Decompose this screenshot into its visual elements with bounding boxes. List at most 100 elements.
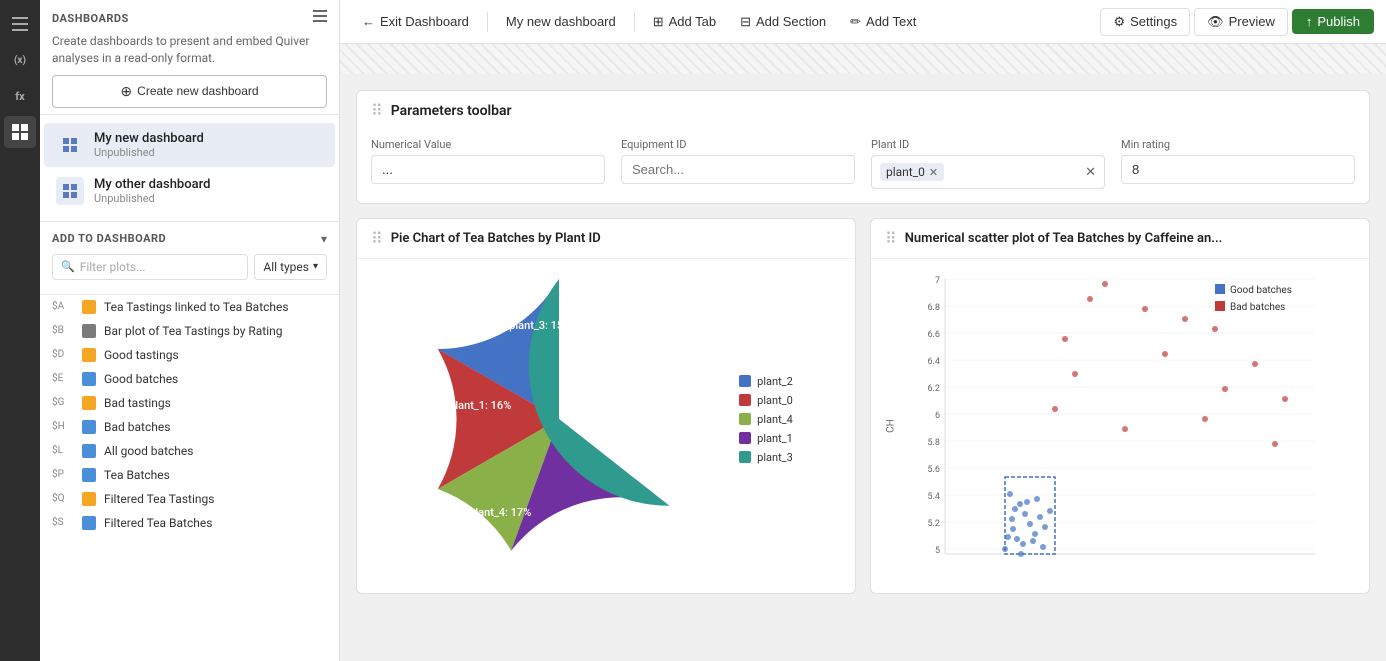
dashboard-list: My new dashboard Unpublished My other da… [40, 115, 339, 222]
legend-dot-plant1 [739, 432, 751, 444]
plot-type-icon [82, 420, 96, 434]
param-numerical-input[interactable] [371, 155, 605, 184]
scatter-svg: 7 6.8 6.6 6.4 6.2 6 5.8 5.6 5.4 5.2 5 [905, 269, 1335, 579]
list-item[interactable]: $E Good batches [40, 367, 339, 391]
left-panel: DASHBOARDS Create dashboards to present … [40, 0, 340, 661]
legend-label-plant1: plant_1 [757, 432, 793, 445]
create-dashboard-button[interactable]: ⊕ Create new dashboard [52, 75, 327, 108]
scatter-wrapper: CH [881, 269, 1359, 583]
plot-type-icon [82, 492, 96, 506]
charts-row: ⠿ Pie Chart of Tea Batches by Plant ID [356, 218, 1370, 594]
dashboard-item-2[interactable]: My other dashboard Unpublished [44, 169, 335, 213]
pie-chart-card: ⠿ Pie Chart of Tea Batches by Plant ID [356, 218, 856, 594]
list-item[interactable]: $A Tea Tastings linked to Tea Batches [40, 295, 339, 319]
plant-tag: plant_0 ✕ [880, 163, 944, 181]
dashboard-item-1[interactable]: My new dashboard Unpublished [44, 123, 335, 167]
toolbar-divider-2 [634, 12, 635, 32]
svg-text:5.4: 5.4 [928, 492, 941, 502]
list-icon[interactable] [313, 10, 327, 27]
svg-text:6.2: 6.2 [928, 384, 941, 394]
dashboard-item-1-icon [56, 131, 84, 159]
plot-type-icon [82, 372, 96, 386]
plot-tag: $L [52, 445, 74, 456]
svg-text:6.8: 6.8 [928, 303, 941, 313]
plot-tag: $P [52, 469, 74, 480]
pie-chart-svg [419, 279, 699, 559]
dropdown-arrow-icon: ▾ [313, 261, 318, 272]
legend-item-plant0: plant_0 [739, 394, 793, 407]
filter-type-select[interactable]: All types ▾ [254, 254, 327, 280]
left-panel-desc: Create dashboards to present and embed Q… [52, 33, 327, 67]
chevron-down-icon[interactable]: ▾ [321, 232, 327, 246]
svg-text:6.4: 6.4 [928, 357, 941, 367]
list-item[interactable]: $L All good batches [40, 439, 339, 463]
exit-dashboard-button[interactable]: ← Exit Dashboard [352, 9, 479, 34]
plant-tag-value: plant_0 [886, 165, 925, 179]
legend-item-plant4: plant_4 [739, 413, 793, 426]
plot-name: Tea Batches [104, 468, 170, 482]
sidebar-menu-icon[interactable] [4, 8, 36, 40]
legend-item-plant1: plant_1 [739, 432, 793, 445]
pie-drag-handle-icon[interactable]: ⠿ [371, 229, 383, 248]
list-item[interactable]: $Q Filtered Tea Tastings [40, 487, 339, 511]
plant-tag-remove[interactable]: ✕ [929, 166, 938, 179]
dashboard-item-2-icon [56, 177, 84, 205]
list-item[interactable]: $G Bad tastings [40, 391, 339, 415]
back-arrow-icon: ← [362, 14, 375, 29]
filter-search-box[interactable]: 🔍 Filter plots... [52, 254, 248, 280]
dashboard-item-1-status: Unpublished [94, 146, 323, 159]
plot-name: Filtered Tea Tastings [104, 492, 214, 506]
clear-all-icon[interactable]: ✕ [1085, 165, 1096, 180]
list-item[interactable]: $P Tea Batches [40, 463, 339, 487]
pie-chart-title: Pie Chart of Tea Batches by Plant ID [391, 231, 601, 246]
add-text-button[interactable]: ✏ Add Text [840, 9, 926, 35]
param-plant-tag-input[interactable]: plant_0 ✕ ✕ [871, 155, 1105, 189]
svg-text:5.2: 5.2 [928, 519, 941, 529]
param-min-rating-label: Min rating [1121, 138, 1355, 151]
list-item[interactable]: $H Bad batches [40, 415, 339, 439]
current-dashboard-tab[interactable]: My new dashboard [496, 9, 626, 34]
filter-type-label: All types [263, 260, 309, 274]
list-item[interactable]: $D Good tastings [40, 343, 339, 367]
filter-search-placeholder: Filter plots... [80, 260, 146, 274]
plot-name: Filtered Tea Batches [104, 516, 212, 530]
scatter-chart-title: Numerical scatter plot of Tea Batches by… [905, 231, 1223, 246]
pie-legend: plant_2 plant_0 plant_4 [739, 375, 793, 464]
plot-type-icon [82, 468, 96, 482]
list-item[interactable]: $S Filtered Tea Batches [40, 511, 339, 535]
sidebar-dashboard-icon[interactable] [4, 116, 36, 148]
drag-handle-icon[interactable]: ⠿ [371, 101, 383, 120]
tab-icon: ⊞ [653, 14, 664, 30]
param-plant-label: Plant ID [871, 138, 1105, 151]
publish-button[interactable]: ↑ Publish [1292, 9, 1374, 34]
preview-button[interactable]: 👁 Preview [1194, 8, 1288, 36]
add-tab-button[interactable]: ⊞ Add Tab [643, 9, 726, 35]
plot-type-icon [82, 324, 96, 338]
settings-button[interactable]: ⚙ Settings [1100, 8, 1190, 36]
scatter-y-label: CH [886, 416, 897, 436]
icon-sidebar: (x) fx [0, 0, 40, 661]
param-min-rating-input[interactable] [1121, 155, 1355, 184]
list-item[interactable]: $B Bar plot of Tea Tastings by Rating [40, 319, 339, 343]
legend-label-plant4: plant_4 [757, 413, 793, 426]
text-icon: ✏ [850, 14, 861, 30]
scatter-drag-handle-icon[interactable]: ⠿ [885, 229, 897, 248]
legend-label-plant3: plant_3 [757, 451, 793, 464]
parameters-card-title: Parameters toolbar [391, 103, 512, 119]
sidebar-fx-icon[interactable]: fx [4, 80, 36, 112]
svg-text:5.6: 5.6 [928, 465, 941, 475]
left-panel-header: DASHBOARDS Create dashboards to present … [40, 0, 339, 115]
sidebar-variable-icon[interactable]: (x) [4, 44, 36, 76]
plot-name: Good batches [104, 372, 178, 386]
dashboard-item-2-status: Unpublished [94, 192, 323, 205]
parameters-card-header: ⠿ Parameters toolbar [357, 91, 1369, 130]
svg-text:6.6: 6.6 [928, 330, 941, 340]
param-equipment-input[interactable] [621, 155, 855, 184]
plot-tag: $B [52, 325, 74, 336]
plot-name: Tea Tastings linked to Tea Batches [104, 300, 289, 314]
plot-name: Good tastings [104, 348, 179, 362]
hatch-area [340, 44, 1386, 74]
param-equipment-label: Equipment ID [621, 138, 855, 151]
add-section-button[interactable]: ⊟ Add Section [730, 9, 836, 35]
legend-dot-plant4 [739, 413, 751, 425]
